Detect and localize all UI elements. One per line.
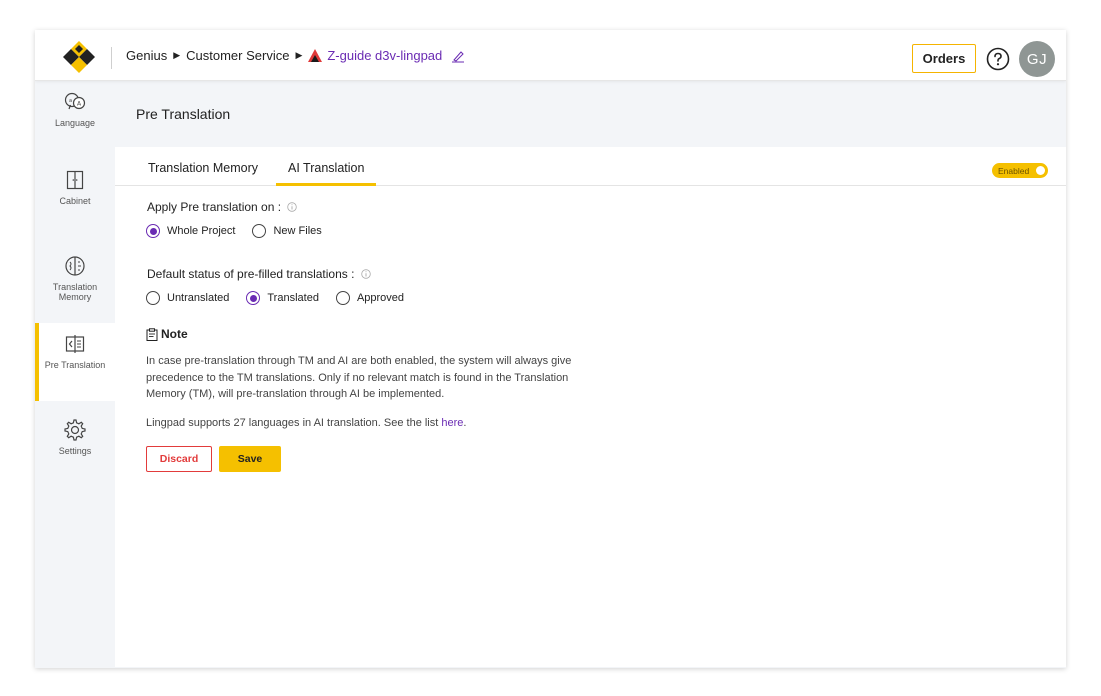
enabled-toggle[interactable]: Enabled xyxy=(992,163,1048,178)
radio-label: Approved xyxy=(356,292,405,304)
breadcrumb-item-customer-service[interactable]: Customer Service xyxy=(186,48,289,63)
project-icon xyxy=(308,49,323,62)
radio-approved[interactable]: Approved xyxy=(335,291,405,305)
support-text-suffix: . xyxy=(463,417,467,429)
translation-memory-icon xyxy=(65,256,85,276)
sidebar-item-label: Pre Translation xyxy=(44,360,106,370)
cabinet-icon xyxy=(66,170,84,190)
sidebar-item-language[interactable]: a A Language xyxy=(35,81,115,159)
discard-button[interactable]: Discard xyxy=(146,446,212,472)
sidebar-item-label: Cabinet xyxy=(59,196,91,206)
radio-button[interactable] xyxy=(252,224,267,238)
radio-label: Translated xyxy=(267,292,319,304)
breadcrumb-separator-icon: ▶ xyxy=(295,50,303,60)
radio-label: Untranslated xyxy=(167,292,230,304)
note-heading: Note xyxy=(146,327,188,341)
radio-untranslated[interactable]: Untranslated xyxy=(146,291,229,305)
orders-button[interactable]: Orders xyxy=(912,44,976,73)
info-icon[interactable] xyxy=(287,202,298,212)
pre-translation-icon xyxy=(65,335,85,353)
radio-new-files[interactable]: New Files xyxy=(252,224,322,238)
support-text-body: Lingpad supports 27 languages in AI tran… xyxy=(146,417,439,429)
breadcrumb: Genius ▶ Customer Service ▶ Z-guide d3v-… xyxy=(126,48,465,63)
breadcrumb-separator-icon: ▶ xyxy=(173,50,181,60)
apply-on-label: Apply Pre translation on : xyxy=(147,200,298,214)
tab-bar: Translation Memory AI Translation Enable… xyxy=(115,147,1066,186)
sidebar-item-cabinet[interactable]: Cabinet xyxy=(35,159,115,237)
svg-text:a: a xyxy=(69,98,72,104)
toggle-knob xyxy=(1036,166,1045,175)
sidebar-item-label: Language xyxy=(54,118,96,128)
breadcrumb-item-genius[interactable]: Genius xyxy=(126,48,167,63)
radio-button-selected[interactable] xyxy=(146,224,160,238)
apply-on-options: Whole Project New Files xyxy=(146,224,339,238)
save-button[interactable]: Save xyxy=(219,446,281,472)
page-title: Pre Translation xyxy=(136,106,231,122)
sidebar-item-pre-translation[interactable]: Pre Translation xyxy=(35,323,115,401)
sidebar-item-label: Settings xyxy=(58,446,92,456)
languages-list-link[interactable]: here xyxy=(441,417,463,429)
radio-translated[interactable]: Translated xyxy=(246,291,319,305)
gear-icon xyxy=(64,419,86,441)
sidebar: a A Language Cabinet Translation Memory xyxy=(35,81,115,668)
radio-button[interactable] xyxy=(335,291,350,305)
help-icon[interactable] xyxy=(986,47,1010,71)
edit-pencil-icon[interactable] xyxy=(451,49,465,63)
default-status-label-text: Default status of pre-filled translation… xyxy=(147,267,355,281)
language-icon: a A xyxy=(64,92,86,110)
tab-ai-translation[interactable]: AI Translation xyxy=(276,161,377,186)
info-icon[interactable] xyxy=(361,269,371,279)
note-text: In case pre-translation through TM and A… xyxy=(146,355,572,400)
main-content: Pre Translation Translation Memory AI Tr… xyxy=(115,81,1066,668)
app-window: Genius ▶ Customer Service ▶ Z-guide d3v-… xyxy=(35,30,1066,668)
radio-button-selected[interactable] xyxy=(246,291,261,305)
support-text: Lingpad supports 27 languages in AI tran… xyxy=(146,417,466,429)
app-logo-icon[interactable] xyxy=(63,41,95,73)
top-header: Genius ▶ Customer Service ▶ Z-guide d3v-… xyxy=(35,30,1066,81)
radio-label: Whole Project xyxy=(167,225,236,237)
settings-panel: Translation Memory AI Translation Enable… xyxy=(115,147,1066,667)
sidebar-item-translation-memory[interactable]: Translation Memory xyxy=(35,245,115,323)
clipboard-icon xyxy=(146,327,158,341)
radio-button[interactable] xyxy=(146,291,160,305)
tab-translation-memory[interactable]: Translation Memory xyxy=(148,161,258,186)
sidebar-item-settings[interactable]: Settings xyxy=(35,409,115,487)
radio-whole-project[interactable]: Whole Project xyxy=(146,224,235,238)
user-avatar[interactable]: GJ xyxy=(1019,41,1055,77)
note-title: Note xyxy=(161,327,188,341)
header-divider xyxy=(111,47,112,69)
default-status-options: Untranslated Translated Approved xyxy=(146,291,421,305)
apply-on-label-text: Apply Pre translation on : xyxy=(147,200,282,214)
radio-label: New Files xyxy=(273,225,322,237)
enabled-toggle-label: Enabled xyxy=(998,165,1030,176)
breadcrumb-project-name[interactable]: Z-guide d3v-lingpad xyxy=(327,48,442,63)
default-status-label: Default status of pre-filled translation… xyxy=(147,267,371,281)
sidebar-item-label: Translation Memory xyxy=(52,282,98,302)
